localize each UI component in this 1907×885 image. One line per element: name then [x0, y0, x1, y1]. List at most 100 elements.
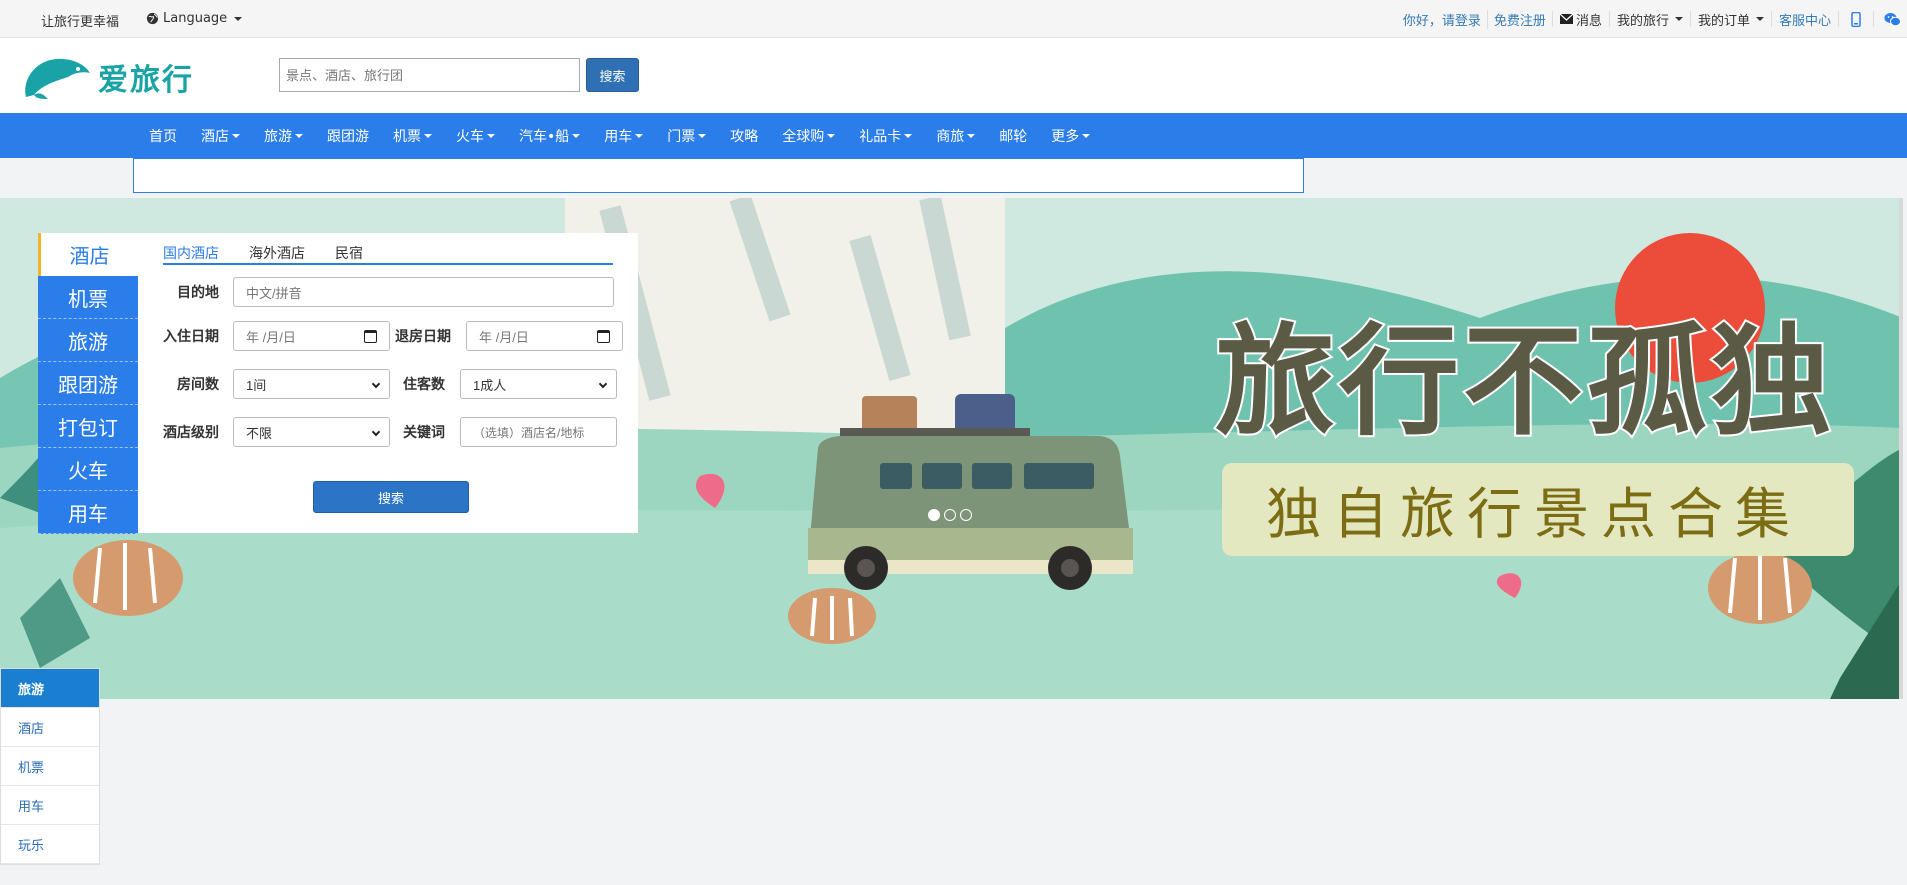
- keyword-label: 关键词: [403, 425, 445, 441]
- chevron-down-icon: [572, 133, 581, 138]
- chevron-down-icon: [1755, 17, 1764, 21]
- tab-homestay[interactable]: 民宿: [335, 243, 363, 263]
- nav-item[interactable]: 汽车•船: [507, 126, 592, 146]
- nav-item[interactable]: 机票: [381, 126, 444, 146]
- booking-widget: 酒店 机票 旅游 跟团游 打包订 火车 用车 国内酒店 海外酒店 民宿 目的地 …: [38, 233, 638, 534]
- hotel-search-form: 国内酒店 海外酒店 民宿 目的地 中文/拼音 入住日期 年 /月/日 退房日期 …: [138, 233, 638, 533]
- search-button[interactable]: 搜索: [586, 58, 639, 92]
- wechat-link[interactable]: [1873, 11, 1907, 27]
- nav-item[interactable]: 攻略: [718, 126, 770, 146]
- nav-item-label: 火车: [456, 128, 484, 145]
- register-link[interactable]: 免费注册: [1486, 9, 1552, 29]
- site-logo[interactable]: 爱旅行: [22, 51, 212, 103]
- checkout-date-input[interactable]: 年 /月/日: [466, 321, 623, 351]
- checkout-date-value: 年 /月/日: [479, 329, 529, 345]
- my-trips-label: 我的旅行: [1616, 13, 1669, 29]
- my-orders-label: 我的订单: [1697, 13, 1750, 29]
- nav-item-label: 汽车•船: [519, 128, 570, 145]
- nav-item[interactable]: 跟团游: [315, 126, 381, 146]
- chevron-down-icon: [598, 379, 608, 389]
- nav-item-label: 更多: [1051, 128, 1080, 145]
- nav-item[interactable]: 礼品卡: [847, 126, 924, 146]
- carousel-dot[interactable]: [960, 509, 972, 521]
- rooms-value: 1间: [246, 377, 267, 393]
- chevron-down-icon: [1082, 133, 1091, 138]
- float-menu-item[interactable]: 用车: [1, 786, 99, 825]
- category-flight[interactable]: 机票: [38, 276, 138, 319]
- nav-item-label: 商旅: [936, 128, 965, 145]
- category-train[interactable]: 火车: [38, 448, 138, 491]
- category-group-tour[interactable]: 跟团游: [38, 362, 138, 405]
- hotel-level-value: 不限: [246, 425, 273, 441]
- guests-value: 1成人: [473, 377, 507, 393]
- float-menu-title[interactable]: 旅游: [1, 669, 99, 708]
- chevron-down-icon: [904, 133, 913, 138]
- login-link[interactable]: 你好，请登录: [1397, 10, 1487, 29]
- rooms-select[interactable]: 1间: [233, 369, 390, 399]
- category-hotel[interactable]: 酒店: [38, 233, 138, 276]
- search-input[interactable]: [279, 58, 580, 92]
- nav-item-label: 跟团游: [327, 128, 369, 145]
- mobile-app-link[interactable]: [1838, 11, 1873, 27]
- nav-item[interactable]: 全球购: [770, 126, 847, 146]
- chevron-down-icon: [424, 133, 432, 138]
- nav-item[interactable]: 火车: [444, 126, 507, 146]
- float-menu-item[interactable]: 酒店: [1, 708, 99, 747]
- language-label: Language: [163, 11, 228, 26]
- hotel-type-tabs: 国内酒店 海外酒店 民宿: [163, 243, 613, 265]
- chevron-down-icon: [487, 133, 495, 138]
- nav-item[interactable]: 酒店: [189, 126, 252, 146]
- wechat-icon: [1884, 12, 1901, 26]
- nav-item[interactable]: 首页: [137, 126, 189, 146]
- globe-icon: [146, 12, 159, 25]
- nav-item-label: 用车: [604, 128, 633, 145]
- guests-select[interactable]: 1成人: [460, 369, 617, 399]
- destination-input[interactable]: 中文/拼音: [233, 277, 614, 307]
- booking-category-list: 酒店 机票 旅游 跟团游 打包订 火车 用车: [38, 233, 138, 534]
- checkout-label: 退房日期: [395, 329, 451, 345]
- carousel-indicators: [928, 509, 972, 521]
- nav-item[interactable]: 旅游: [252, 126, 315, 146]
- messages-label: 消息: [1575, 13, 1602, 29]
- messages-link[interactable]: 消息: [1551, 11, 1609, 29]
- category-travel[interactable]: 旅游: [38, 319, 138, 362]
- checkin-date-input[interactable]: 年 /月/日: [233, 321, 390, 351]
- nav-item[interactable]: 门票: [655, 126, 718, 146]
- nav-item-label: 邮轮: [999, 128, 1028, 145]
- keyword-input[interactable]: （选填）酒店名/地标: [460, 417, 617, 447]
- chevron-down-icon: [371, 427, 381, 437]
- chevron-down-icon: [635, 133, 644, 138]
- nav-list: 首页 酒店 旅游 跟团游 机票 火车 汽车•船 用车 门票 攻略 全球购 礼品卡 商旅 邮轮 更多: [137, 113, 1102, 158]
- language-selector[interactable]: Language: [146, 11, 243, 26]
- dolphin-logo-icon: [25, 58, 91, 99]
- top-utility-bar: 让旅行更幸福 Language 你好，请登录 免费注册 消息 我的旅行 我的订单…: [0, 0, 1907, 38]
- guests-label: 住客数: [403, 377, 445, 393]
- carousel-dot[interactable]: [928, 509, 940, 521]
- tab-domestic-hotel[interactable]: 国内酒店: [163, 243, 219, 263]
- float-menu-item[interactable]: 机票: [1, 747, 99, 786]
- site-header: 爱旅行 搜索: [0, 38, 1907, 113]
- nav-item-label: 旅游: [264, 128, 292, 145]
- nav-item[interactable]: 商旅: [924, 126, 987, 146]
- my-orders-menu[interactable]: 我的订单: [1689, 11, 1771, 29]
- nav-item[interactable]: 用车: [592, 126, 655, 146]
- chevron-down-icon: [827, 133, 836, 138]
- float-menu-item[interactable]: 玩乐: [1, 825, 99, 864]
- hotel-level-select[interactable]: 不限: [233, 417, 390, 447]
- category-package[interactable]: 打包订: [38, 405, 138, 448]
- banner-headline: 旅行不孤独: [1215, 313, 1835, 452]
- my-trips-menu[interactable]: 我的旅行: [1608, 11, 1690, 29]
- sub-nav-panel: [133, 158, 1304, 193]
- category-car[interactable]: 用车: [38, 491, 138, 534]
- nav-item[interactable]: 邮轮: [987, 126, 1039, 146]
- tab-overseas-hotel[interactable]: 海外酒店: [249, 243, 305, 263]
- hotel-search-button[interactable]: 搜索: [313, 481, 469, 513]
- calendar-icon: [364, 330, 377, 343]
- nav-item-label: 首页: [149, 128, 177, 145]
- calendar-icon: [597, 330, 610, 343]
- destination-label: 目的地: [177, 285, 219, 301]
- nav-item[interactable]: 更多: [1039, 126, 1102, 146]
- carousel-dot[interactable]: [944, 509, 956, 521]
- customer-service-link[interactable]: 客服中心: [1770, 11, 1838, 29]
- banner-subheadline: 独自旅行景点合集: [1266, 482, 1802, 546]
